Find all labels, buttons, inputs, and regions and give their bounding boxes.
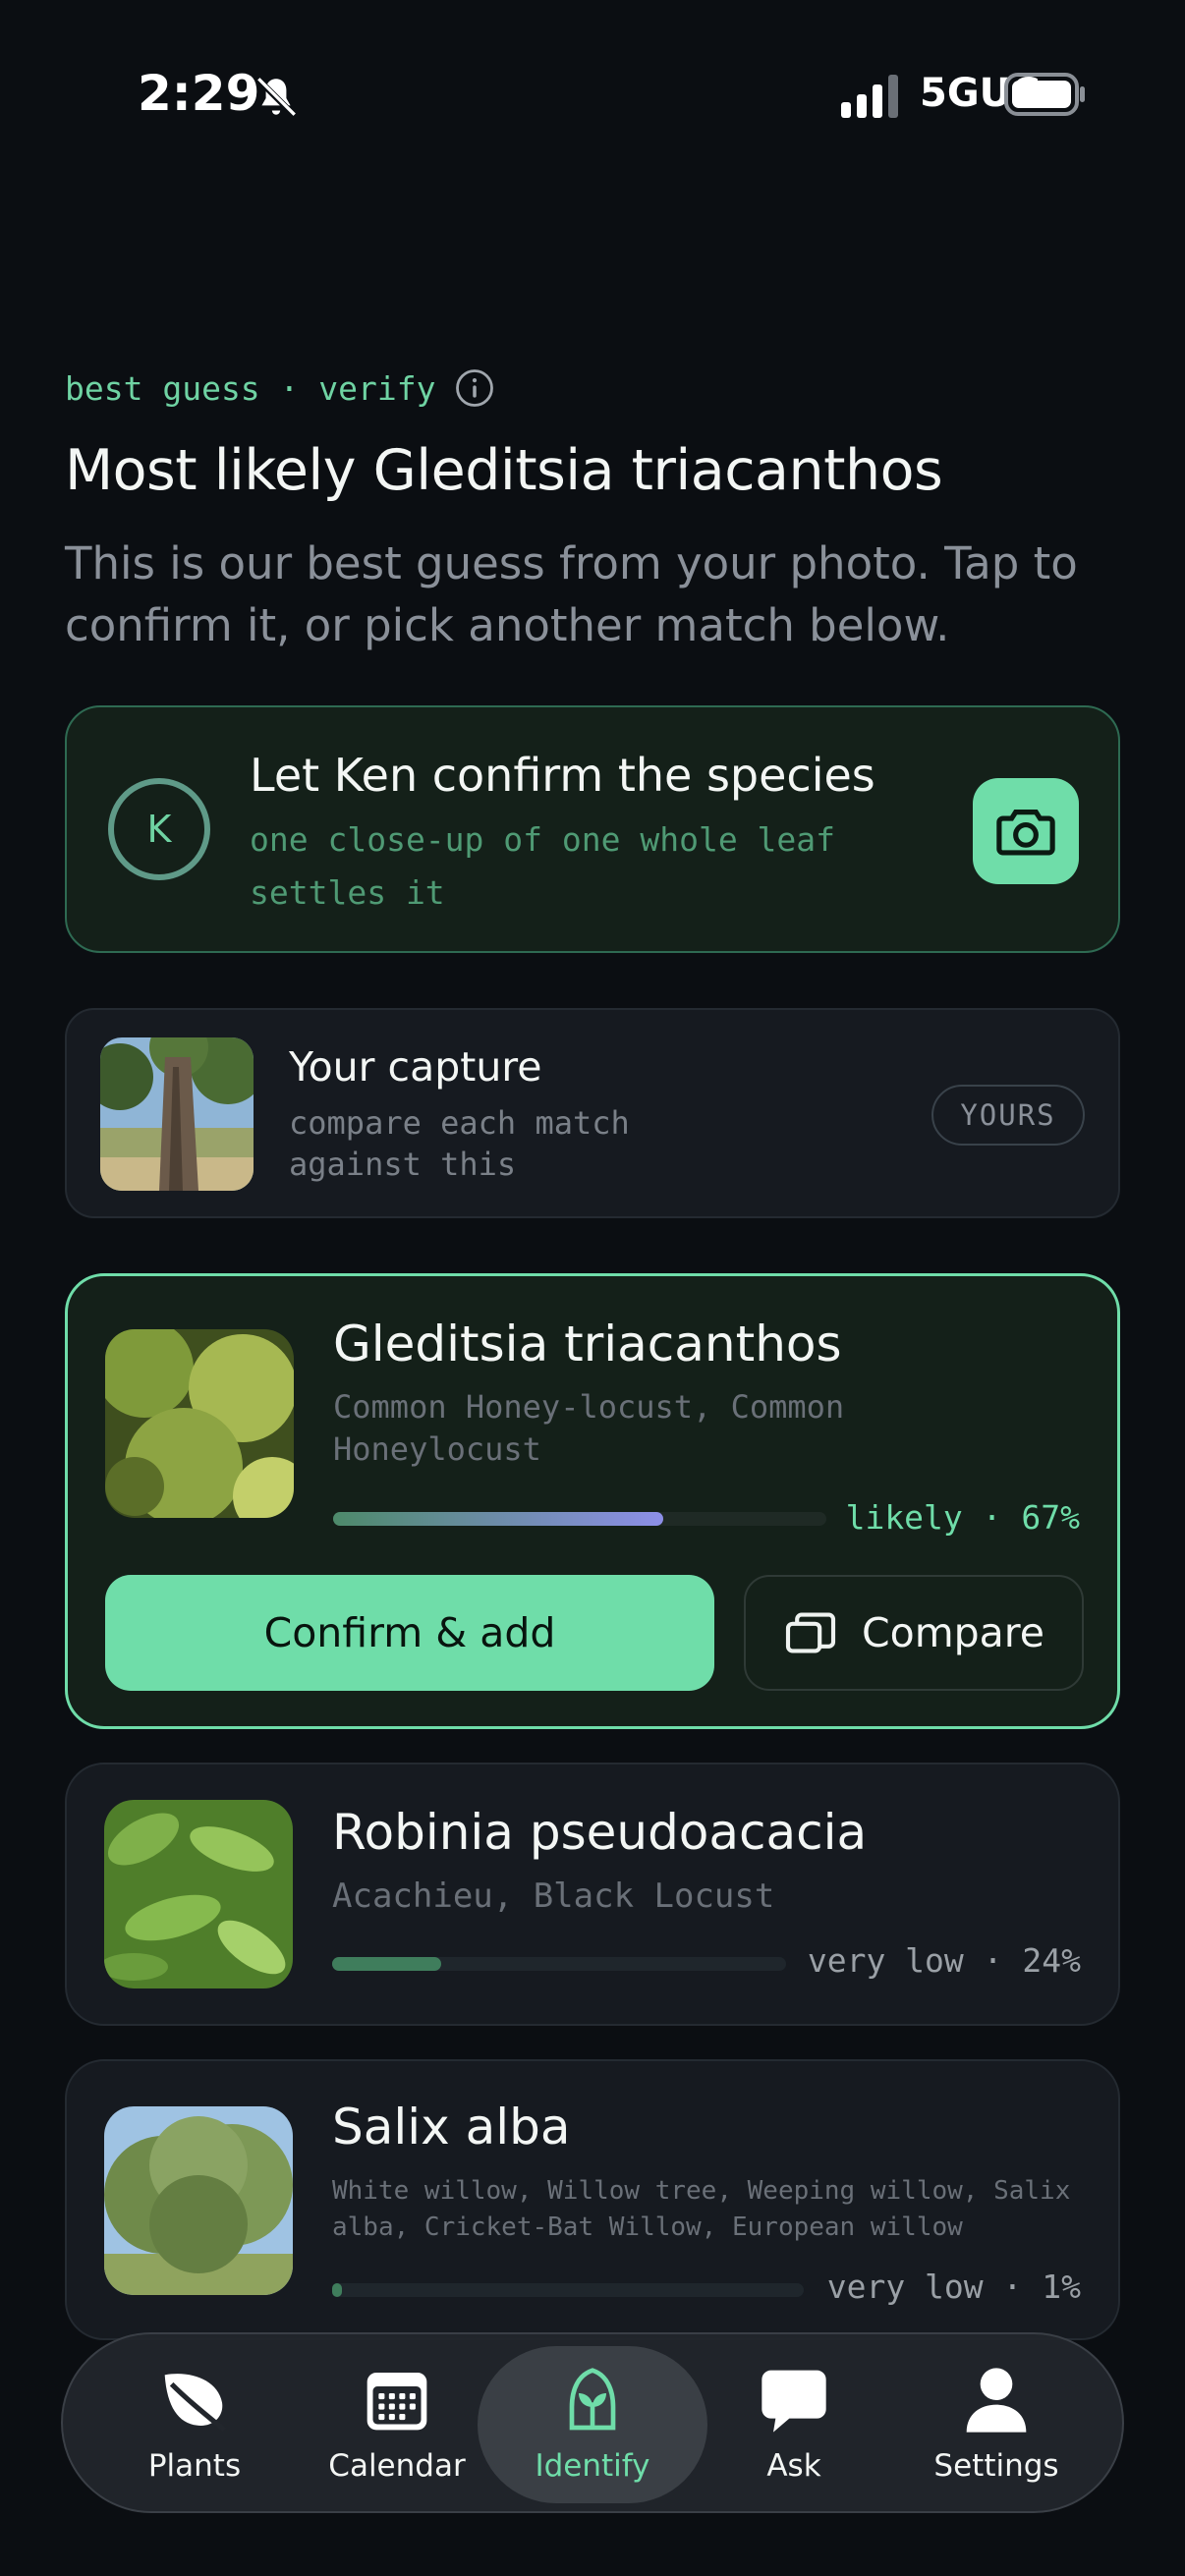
camera-icon xyxy=(996,810,1055,856)
confidence-bar xyxy=(333,1512,826,1526)
battery-icon xyxy=(1004,73,1085,116)
match-common-names: Acachieu, Black Locust xyxy=(332,1876,775,1916)
confidence-level: very low · 1% xyxy=(826,2268,1081,2306)
confidence-bar xyxy=(332,2283,804,2297)
nav-plants[interactable]: Plants xyxy=(88,2334,301,2515)
eyebrow-text: best guess · verify xyxy=(65,368,436,408)
capture-photo xyxy=(100,1037,254,1191)
match-card-gleditsia[interactable]: Gleditsia triacanthos Common Honey-locus… xyxy=(65,1273,1120,1729)
match-card-salix[interactable]: Salix alba White willow, Willow tree, We… xyxy=(65,2059,1120,2340)
match-card-robinia[interactable]: Robinia pseudoacacia Acachieu, Black Loc… xyxy=(65,1763,1120,2026)
eyebrow: best guess · verify xyxy=(65,367,495,409)
ken-avatar: K xyxy=(108,778,210,880)
nav-label: Ask xyxy=(766,2448,821,2484)
nav-ask[interactable]: Ask xyxy=(688,2334,900,2515)
chat-icon xyxy=(762,2370,826,2433)
nav-label: Identify xyxy=(535,2448,650,2484)
nav-label: Settings xyxy=(933,2448,1059,2484)
confidence-bar-fill xyxy=(332,2283,342,2297)
confidence-bar-fill xyxy=(333,1512,664,1526)
leaf-icon xyxy=(164,2374,226,2433)
page-subtitle: This is our best guess from your photo. … xyxy=(65,537,1078,651)
match-name: Gleditsia triacanthos xyxy=(333,1316,842,1372)
match-name: Salix alba xyxy=(332,2099,571,2156)
ken-card-title: Let Ken confirm the species xyxy=(250,749,875,802)
confidence-level: very low · 24% xyxy=(807,1941,1081,1980)
ken-confirm-card[interactable]: K Let Ken confirm the species one close-… xyxy=(65,705,1120,953)
camera-button[interactable] xyxy=(973,778,1079,884)
status-time: 2:29 xyxy=(138,65,260,122)
compare-label: Compare xyxy=(862,1609,1044,1656)
nav-label: Calendar xyxy=(328,2448,466,2484)
capture-subtitle: compare each match against this xyxy=(289,1104,630,1183)
match-photo-robinia xyxy=(104,1800,293,1988)
person-icon xyxy=(966,2368,1027,2433)
nav-settings[interactable]: Settings xyxy=(890,2334,1102,2515)
nav-calendar[interactable]: Calendar xyxy=(291,2334,503,2515)
match-photo-gleditsia xyxy=(105,1329,294,1518)
info-icon[interactable] xyxy=(454,367,495,409)
your-capture-card[interactable]: Your capture compare each match against … xyxy=(65,1008,1120,1218)
match-common-names: White willow, Willow tree, Weeping willo… xyxy=(332,2176,1071,2242)
identify-icon xyxy=(569,2368,616,2431)
match-photo-salix xyxy=(104,2106,293,2295)
nav-label: Plants xyxy=(147,2448,242,2484)
yours-badge: YOURS xyxy=(931,1085,1085,1146)
match-common-names: Common Honey-locust, Common Honeylocust xyxy=(333,1388,845,1468)
compare-button[interactable]: Compare xyxy=(744,1575,1084,1691)
confidence-level: likely · 67% xyxy=(845,1498,1080,1537)
confidence-bar-fill xyxy=(332,1957,441,1971)
page-title: Most likely Gleditsia triacanthos xyxy=(65,438,943,503)
bottom-nav: Plants Calendar Identify Ask Settings xyxy=(61,2332,1124,2513)
compare-icon xyxy=(785,1612,836,1653)
signal-icon xyxy=(841,75,898,118)
nav-identify[interactable]: Identify xyxy=(478,2346,707,2503)
ken-card-subtitle: one close-up of one whole leaf settles i… xyxy=(250,820,836,912)
status-bar: 2:29 5GUC xyxy=(0,59,1185,138)
confidence-bar xyxy=(332,1957,786,1971)
calendar-icon xyxy=(367,2373,427,2431)
bell-muted-icon xyxy=(255,77,297,118)
capture-title: Your capture xyxy=(289,1043,542,1091)
confirm-add-button[interactable]: Confirm & add xyxy=(105,1575,714,1691)
match-name: Robinia pseudoacacia xyxy=(332,1804,868,1861)
